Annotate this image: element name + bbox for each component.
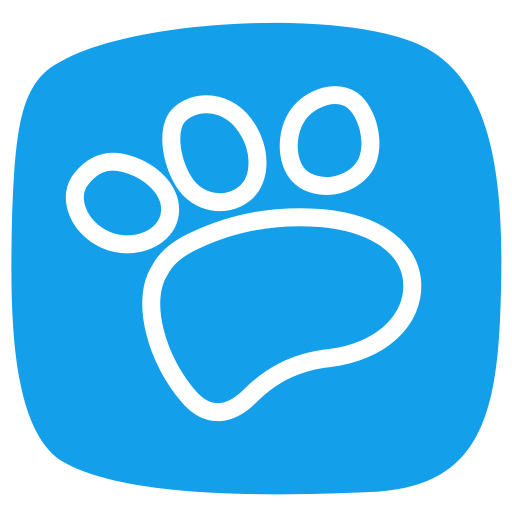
icon-background-tile: [11, 22, 502, 495]
app-icon[interactable]: [0, 0, 512, 512]
paw-print-icon: [11, 22, 502, 495]
